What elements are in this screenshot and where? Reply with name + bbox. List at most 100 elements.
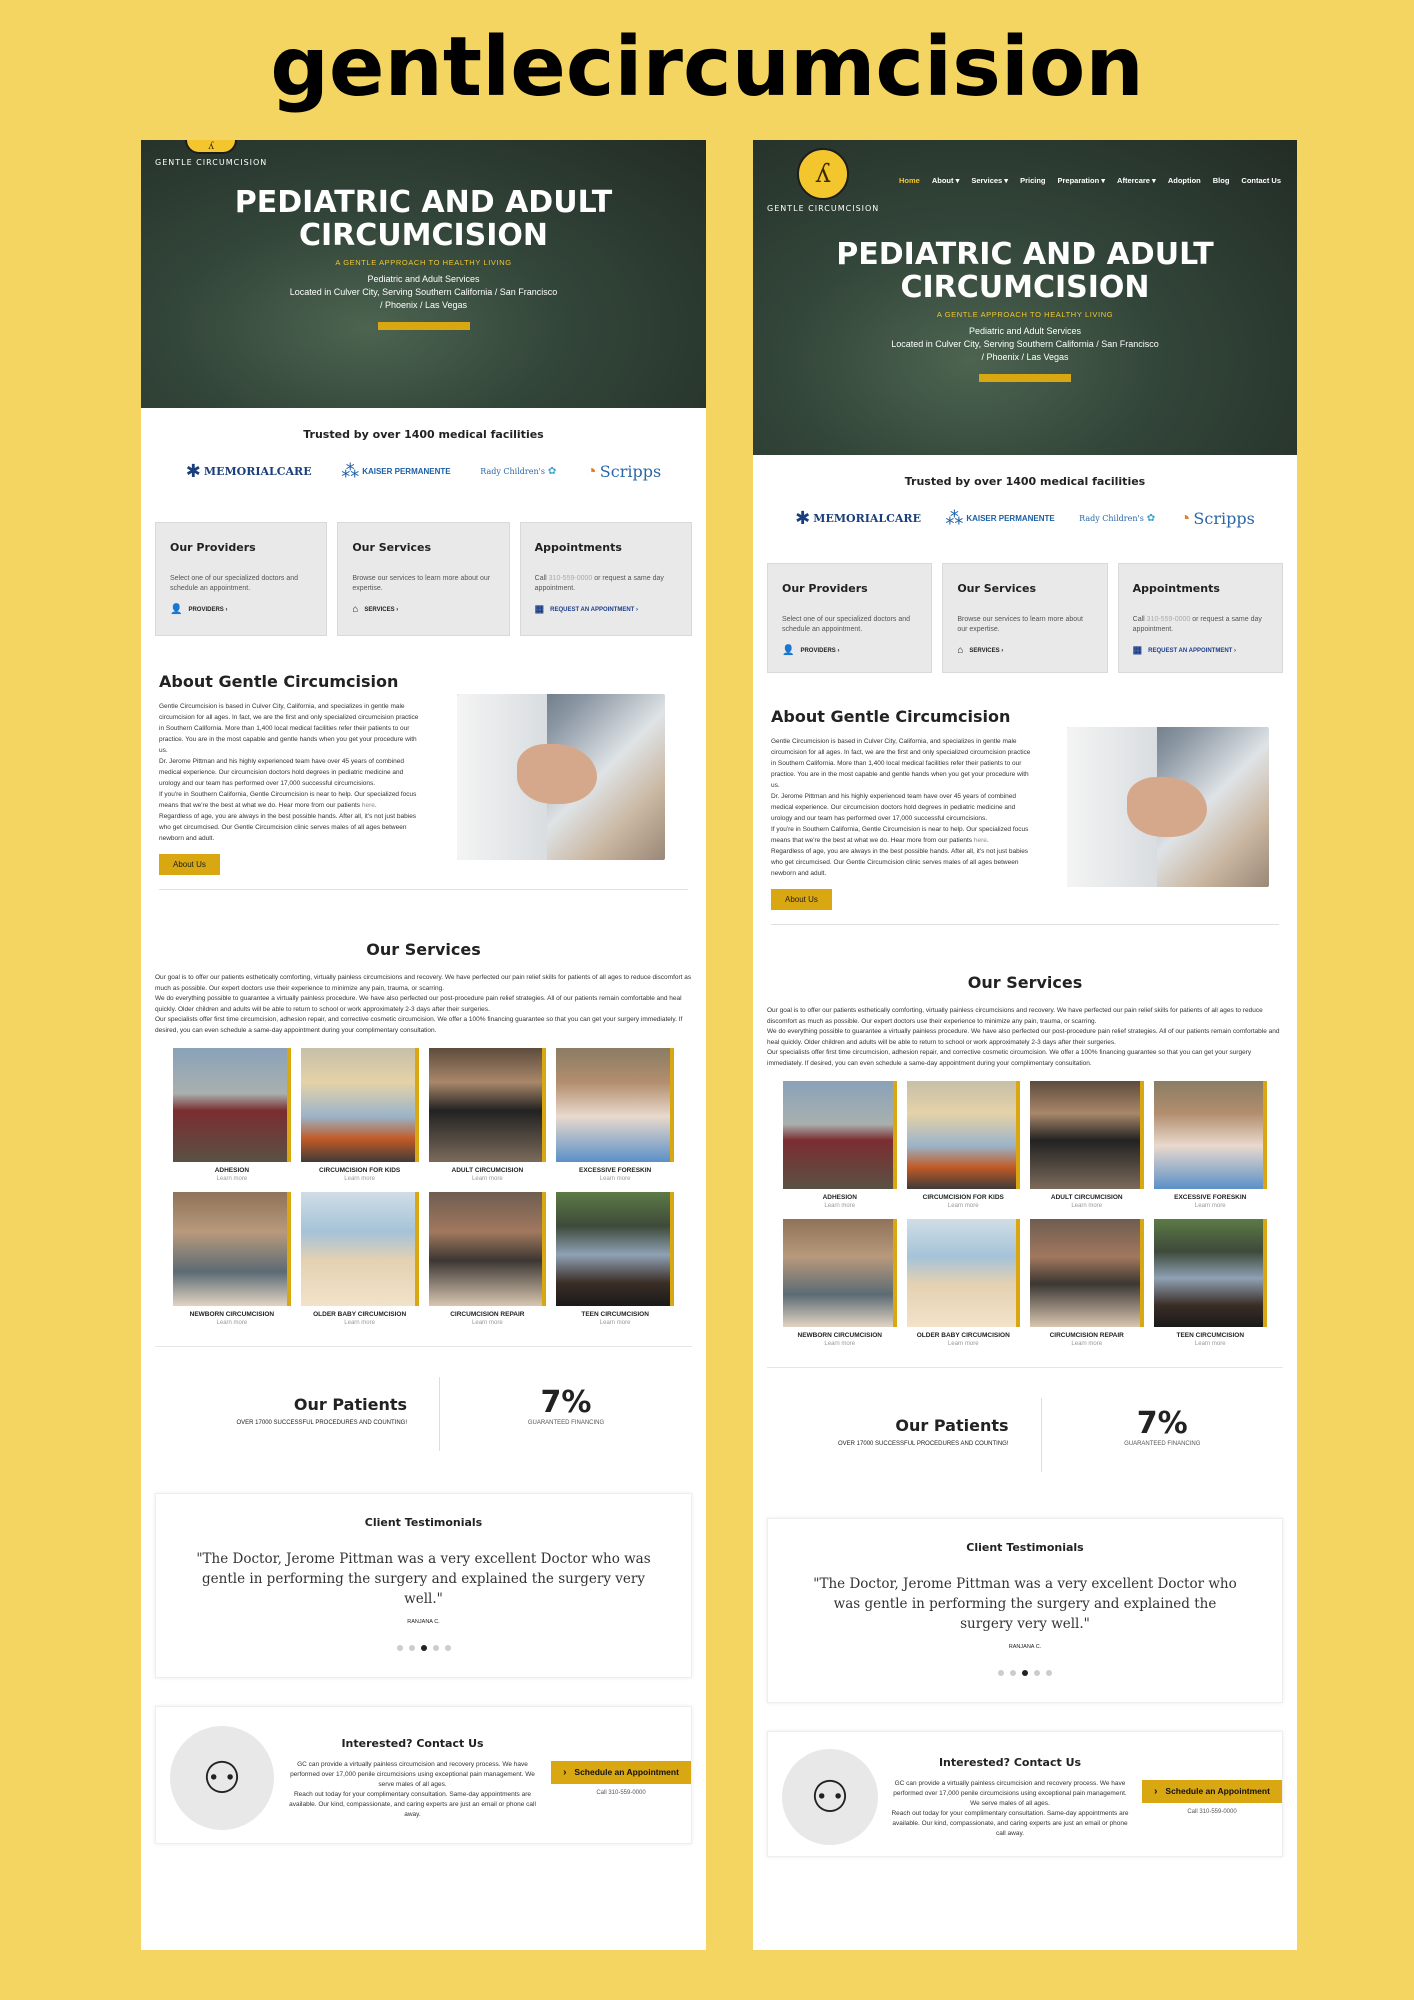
carousel-dot[interactable]	[1010, 1670, 1016, 1676]
service-item[interactable]: TEEN CIRCUMCISION Learn more	[556, 1192, 674, 1326]
logo-text: GENTLE CIRCUMCISION	[767, 204, 880, 213]
nav-item[interactable]: Aftercare ▾	[1117, 176, 1156, 185]
service-image[interactable]	[783, 1219, 897, 1327]
learn-more-link[interactable]: Learn more	[907, 1203, 1021, 1209]
request-appointment-link[interactable]: ▦ REQUEST AN APPOINTMENT ›	[535, 604, 677, 615]
nav-item[interactable]: About ▾	[932, 176, 960, 185]
call-text: Call 310-559-0000	[1187, 1808, 1237, 1815]
nav-item[interactable]: Home	[899, 176, 920, 185]
learn-more-link[interactable]: Learn more	[556, 1176, 674, 1182]
learn-more-link[interactable]: Learn more	[1030, 1341, 1144, 1347]
nav-item[interactable]: Preparation ▾	[1058, 176, 1106, 185]
request-appointment-link[interactable]: ▦ REQUEST AN APPOINTMENT ›	[1133, 645, 1268, 656]
patients-here-link[interactable]: here	[974, 837, 987, 844]
service-item[interactable]: CIRCUMCISION REPAIR Learn more	[1030, 1219, 1144, 1347]
site-logo[interactable]: ʎ GENTLE CIRCUMCISION	[767, 148, 879, 213]
nav-item[interactable]: Contact Us	[1241, 176, 1281, 185]
learn-more-link[interactable]: Learn more	[173, 1320, 291, 1326]
service-name: CIRCUMCISION FOR KIDS	[922, 1194, 1004, 1201]
carousel-dot[interactable]	[998, 1670, 1004, 1676]
learn-more-link[interactable]: Learn more	[429, 1320, 547, 1326]
learn-more-link[interactable]: Learn more	[556, 1320, 674, 1326]
about-us-button[interactable]: About Us	[159, 854, 220, 875]
schedule-appointment-button[interactable]: › Schedule an Appointment	[1142, 1779, 1282, 1803]
service-item[interactable]: ADULT CIRCUMCISION Learn more	[1030, 1081, 1144, 1209]
phone-link[interactable]: 310-559-0000	[1147, 616, 1191, 623]
service-item[interactable]: ADHESION Learn more	[173, 1048, 291, 1182]
service-item[interactable]: EXCESSIVE FORESKIN Learn more	[1153, 1081, 1268, 1209]
service-item[interactable]: CIRCUMCISION FOR KIDS Learn more	[906, 1081, 1021, 1209]
carousel-dot[interactable]	[396, 1645, 403, 1651]
service-image[interactable]	[173, 1192, 291, 1306]
service-image[interactable]	[1030, 1219, 1144, 1327]
site-logo[interactable]: ʎ GENTLE CIRCUMCISION	[155, 140, 267, 167]
home-icon: ⌂	[957, 645, 964, 656]
schedule-appointment-button[interactable]: › Schedule an Appointment	[551, 1760, 691, 1784]
service-item[interactable]: OLDER BABY CIRCUMCISION Learn more	[300, 1192, 419, 1326]
carousel-dot[interactable]	[1046, 1670, 1052, 1676]
services-link[interactable]: ⌂ SERVICES ›	[957, 645, 1092, 656]
service-item[interactable]: CIRCUMCISION FOR KIDS Learn more	[300, 1048, 419, 1182]
service-item[interactable]: ADULT CIRCUMCISION Learn more	[428, 1048, 547, 1182]
service-image[interactable]	[906, 1081, 1020, 1189]
service-image[interactable]	[1153, 1081, 1267, 1189]
service-image[interactable]	[556, 1048, 674, 1162]
service-name: NEWBORN CIRCUMCISION	[189, 1311, 275, 1318]
providers-link[interactable]: 👤 PROVIDERS ›	[170, 604, 312, 615]
service-image[interactable]	[906, 1219, 1020, 1327]
service-image[interactable]	[783, 1081, 897, 1189]
contact-title: Interested? Contact Us	[938, 1755, 1082, 1769]
learn-more-link[interactable]: Learn more	[907, 1341, 1021, 1347]
divider	[767, 1367, 1283, 1368]
service-image[interactable]	[1030, 1081, 1144, 1189]
service-image[interactable]	[173, 1048, 291, 1162]
learn-more-link[interactable]: Learn more	[783, 1341, 897, 1347]
learn-more-link[interactable]: Learn more	[783, 1203, 897, 1209]
patients-here-link[interactable]: here	[362, 802, 375, 809]
testimonials-title: Client Testimonials	[364, 1516, 483, 1529]
service-name: CIRCUMCISION REPAIR	[450, 1311, 525, 1318]
learn-more-link[interactable]: Learn more	[429, 1176, 547, 1182]
service-image[interactable]	[428, 1192, 547, 1306]
service-item[interactable]: NEWBORN CIRCUMCISION Learn more	[173, 1192, 291, 1326]
nav-item[interactable]: Pricing	[1020, 176, 1045, 185]
service-image[interactable]	[1153, 1219, 1267, 1327]
patients-title: Our Patients	[895, 1416, 1009, 1435]
carousel-dot[interactable]	[432, 1645, 439, 1651]
service-item[interactable]: CIRCUMCISION REPAIR Learn more	[428, 1192, 547, 1326]
service-item[interactable]: NEWBORN CIRCUMCISION Learn more	[783, 1219, 897, 1347]
learn-more-link[interactable]: Learn more	[1154, 1203, 1268, 1209]
nav-item[interactable]: Adoption	[1168, 176, 1201, 185]
consultation-icon: ⚇	[170, 1726, 274, 1830]
carousel-dots	[196, 1645, 651, 1651]
service-image[interactable]	[300, 1192, 419, 1306]
carousel-dot-active[interactable]	[420, 1645, 427, 1651]
learn-more-link[interactable]: Learn more	[301, 1176, 419, 1182]
carousel-dot-active[interactable]	[1022, 1670, 1028, 1676]
about-us-button[interactable]: About Us	[771, 889, 832, 910]
service-image[interactable]	[300, 1048, 419, 1162]
service-item[interactable]: TEEN CIRCUMCISION Learn more	[1153, 1219, 1268, 1347]
patients-section: Our Patients OVER 17000 SUCCESSFUL PROCE…	[753, 1398, 1297, 1472]
service-image[interactable]	[428, 1048, 547, 1162]
learn-more-link[interactable]: Learn more	[1030, 1203, 1144, 1209]
nav-item[interactable]: Blog	[1213, 176, 1230, 185]
service-item[interactable]: ADHESION Learn more	[783, 1081, 897, 1209]
card-title: Our Providers	[170, 541, 256, 554]
hero-accent-bar	[979, 374, 1071, 382]
carousel-dot[interactable]	[1034, 1670, 1040, 1676]
providers-link[interactable]: 👤 PROVIDERS ›	[782, 645, 917, 656]
service-item[interactable]: EXCESSIVE FORESKIN Learn more	[556, 1048, 674, 1182]
nav-item[interactable]: Services ▾	[971, 176, 1008, 185]
testimonials-section: Client Testimonials "The Doctor, Jerome …	[767, 1518, 1283, 1703]
learn-more-link[interactable]: Learn more	[301, 1320, 419, 1326]
learn-more-link[interactable]: Learn more	[1154, 1341, 1268, 1347]
carousel-dot[interactable]	[408, 1645, 415, 1651]
carousel-dot[interactable]	[444, 1645, 451, 1651]
service-item[interactable]: OLDER BABY CIRCUMCISION Learn more	[906, 1219, 1021, 1347]
service-image[interactable]	[556, 1192, 674, 1306]
learn-more-link[interactable]: Learn more	[173, 1176, 291, 1182]
services-link[interactable]: ⌂ SERVICES ›	[352, 604, 494, 615]
phone-link[interactable]: 310-559-0000	[549, 575, 593, 582]
hero-tagline: A GENTLE APPROACH TO HEALTHY LIVING	[335, 258, 512, 267]
